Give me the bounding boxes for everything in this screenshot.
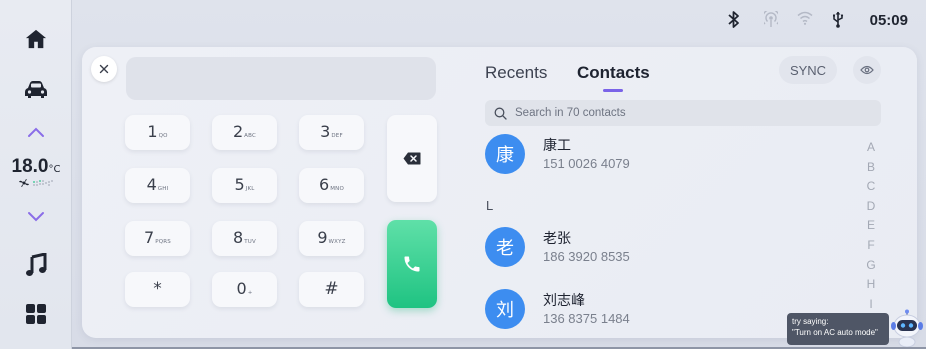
contact-item[interactable]: 康 康工 151 0026 4079 xyxy=(485,134,845,174)
key-5[interactable]: 5 JKL xyxy=(212,168,277,203)
car-icon[interactable] xyxy=(0,75,72,105)
assistant-hint-title: try saying: xyxy=(792,317,829,326)
fan-icon xyxy=(18,179,29,187)
key-letters: QO xyxy=(158,133,168,139)
usb-icon xyxy=(833,11,844,28)
contact-avatar: 老 xyxy=(485,227,525,267)
music-note-icon[interactable] xyxy=(0,250,72,280)
hotspot-icon xyxy=(764,11,778,27)
backspace-button[interactable] xyxy=(387,115,437,202)
key-digit: 8 xyxy=(233,228,244,247)
key-letters: MNO xyxy=(330,186,344,192)
call-button[interactable] xyxy=(387,220,437,308)
contact-name: 老张 xyxy=(543,231,571,247)
key-letters: DEF xyxy=(331,133,343,139)
contact-phone: 136 8375 1484 xyxy=(543,311,630,326)
bluetooth-icon xyxy=(728,11,739,28)
key-digit: # xyxy=(324,279,339,299)
close-button[interactable] xyxy=(91,56,117,82)
key-star[interactable]: * xyxy=(125,272,190,307)
section-header-letter: L xyxy=(486,198,494,213)
key-letters: + xyxy=(247,290,253,296)
key-6[interactable]: 6 MNO xyxy=(299,168,364,203)
chevron-up-icon[interactable] xyxy=(0,122,72,142)
contact-avatar: 刘 xyxy=(485,289,525,329)
assistant-hint-text: "Turn on AC auto mode" xyxy=(792,328,878,337)
key-letters: ABC xyxy=(244,133,257,139)
assistant-hint-bubble: try saying: "Turn on AC auto mode" xyxy=(787,313,889,345)
temperature-value: 18.0 xyxy=(11,156,49,177)
key-letters: WXYZ xyxy=(328,239,346,245)
sync-button[interactable]: SYNC xyxy=(779,56,837,84)
apps-grid-icon[interactable] xyxy=(0,299,72,329)
contact-phone: 151 0026 4079 xyxy=(543,156,630,171)
tab-contacts[interactable]: Contacts xyxy=(577,63,650,83)
key-letters: TUV xyxy=(244,239,256,245)
index-letter[interactable]: E xyxy=(866,216,876,236)
key-digit: 6 xyxy=(319,175,330,194)
contact-name: 康工 xyxy=(543,138,571,154)
index-letter[interactable]: I xyxy=(866,295,876,315)
tab-recents[interactable]: Recents xyxy=(485,63,547,83)
wifi-icon xyxy=(797,11,813,25)
key-2[interactable]: 2 ABC xyxy=(212,115,277,150)
close-icon xyxy=(99,64,109,74)
key-3[interactable]: 3 DEF xyxy=(299,115,364,150)
backspace-icon xyxy=(403,152,421,165)
dial-number-display[interactable] xyxy=(126,57,436,100)
key-digit: * xyxy=(153,279,162,299)
key-digit: 7 xyxy=(144,228,155,247)
voice-assistant-robot-icon[interactable] xyxy=(891,309,923,347)
contacts-search-bar[interactable]: Search in 70 contacts xyxy=(485,100,881,126)
key-digit: 3 xyxy=(320,122,331,141)
temperature-unit: °C xyxy=(48,164,61,175)
contact-item[interactable]: 老 老张 186 3920 8535 xyxy=(485,227,845,267)
index-letter[interactable]: C xyxy=(866,177,876,197)
key-letters: GHI xyxy=(157,186,169,192)
active-tab-indicator xyxy=(603,89,623,92)
eye-icon xyxy=(860,65,874,75)
key-digit: 2 xyxy=(232,122,244,141)
contact-phone: 186 3920 8535 xyxy=(543,249,630,264)
alphabet-index[interactable]: A B C D E F G H I xyxy=(866,138,876,314)
key-digit: 0 xyxy=(236,279,247,298)
key-digit: 5 xyxy=(234,175,245,194)
key-digit: 9 xyxy=(317,228,328,247)
privacy-toggle-button[interactable] xyxy=(853,56,881,84)
chevron-down-icon[interactable] xyxy=(0,206,72,226)
key-letters: PQRS xyxy=(155,239,171,245)
index-letter[interactable]: F xyxy=(866,236,876,256)
climate-temperature[interactable]: 18.0°C xyxy=(0,156,72,187)
key-letters: JKL xyxy=(245,186,255,192)
status-bar: 05:09 xyxy=(72,0,926,40)
fan-level-indicator xyxy=(32,180,53,186)
left-sidebar: 18.0°C xyxy=(0,0,72,349)
key-hash[interactable]: # xyxy=(299,272,364,307)
clock-time: 05:09 xyxy=(869,12,908,29)
index-letter[interactable]: H xyxy=(866,275,876,295)
index-letter[interactable]: D xyxy=(866,197,876,217)
search-placeholder: Search in 70 contacts xyxy=(515,107,626,119)
key-9[interactable]: 9 WXYZ xyxy=(299,221,364,256)
key-0[interactable]: 0 + xyxy=(212,272,277,307)
search-icon xyxy=(494,107,507,120)
key-digit: 4 xyxy=(146,175,157,194)
phone-icon xyxy=(404,256,420,272)
home-icon[interactable] xyxy=(0,24,72,54)
index-letter[interactable]: G xyxy=(866,256,876,276)
index-letter[interactable]: B xyxy=(866,158,876,178)
key-digit: 1 xyxy=(147,122,158,141)
key-4[interactable]: 4 GHI xyxy=(125,168,190,203)
phone-panel: 1 QO 2 ABC 3 DEF 4 GHI 5 JKL 6 MNO 7 PQRS 8 TUV … xyxy=(82,47,917,338)
key-8[interactable]: 8 TUV xyxy=(212,221,277,256)
index-letter[interactable]: A xyxy=(866,138,876,158)
key-7[interactable]: 7 PQRS xyxy=(125,221,190,256)
contact-name: 刘志峰 xyxy=(543,293,585,309)
contact-avatar: 康 xyxy=(485,134,525,174)
key-1[interactable]: 1 QO xyxy=(125,115,190,150)
